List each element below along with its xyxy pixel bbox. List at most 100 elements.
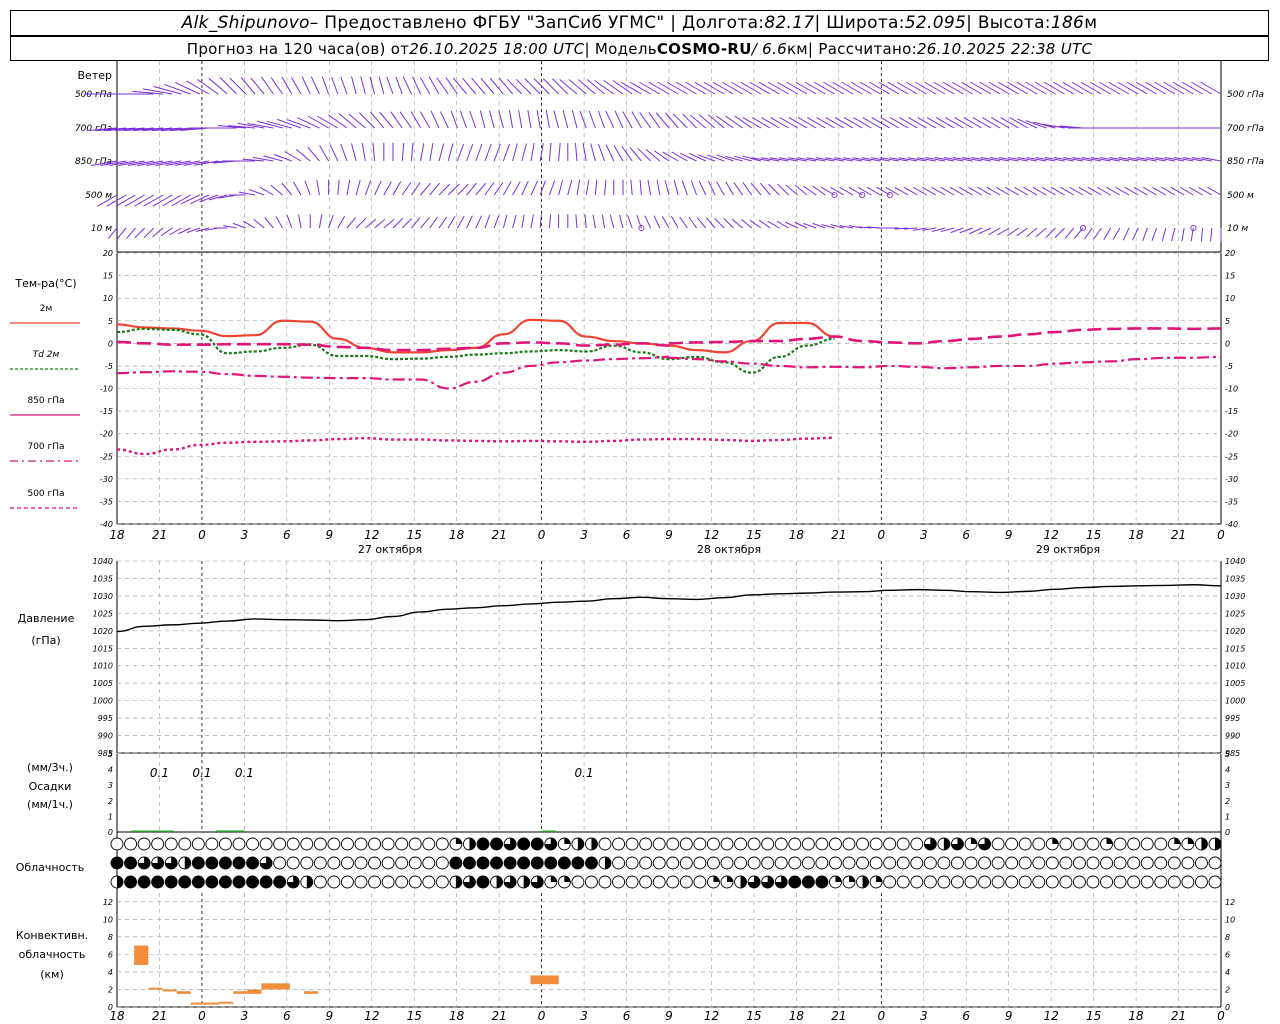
cloud-cover-circle bbox=[964, 856, 978, 870]
conv-xtick: 12 bbox=[1044, 1009, 1059, 1023]
cloud-cover-circle bbox=[869, 856, 883, 870]
wind-barb bbox=[378, 76, 385, 95]
wind-barb bbox=[553, 110, 560, 129]
temp-legend-label: 500 гПа bbox=[27, 489, 64, 499]
wind-barb bbox=[707, 154, 725, 162]
temp-xtick: 15 bbox=[1086, 528, 1101, 542]
cloud-cover-circle bbox=[679, 856, 693, 870]
conv-xtick: 21 bbox=[1171, 1009, 1186, 1023]
wind-barb bbox=[484, 182, 495, 196]
wind-barb bbox=[970, 81, 992, 95]
wind-barb bbox=[115, 194, 136, 207]
temp-legend-label: 850 гПа bbox=[27, 396, 64, 406]
wind-barb bbox=[723, 218, 734, 229]
wind-barb bbox=[579, 110, 587, 129]
cloud-cover-circle bbox=[923, 856, 937, 870]
cloud-cover-circle bbox=[964, 875, 978, 889]
cloud-cover-fill bbox=[605, 857, 611, 869]
cloud-cover-circle bbox=[1005, 875, 1019, 889]
wind-barb bbox=[880, 117, 900, 129]
wind-barb bbox=[671, 151, 688, 162]
prec-ytick-right: 4 bbox=[1225, 766, 1230, 775]
cloud-cover-fill bbox=[558, 857, 571, 869]
wind-barb bbox=[590, 143, 596, 162]
wind-barb bbox=[601, 214, 606, 229]
temp-xtick: 12 bbox=[704, 528, 719, 542]
cloud-cover-fill bbox=[490, 857, 503, 869]
wind-barb bbox=[360, 76, 366, 95]
temp-xtick: 3 bbox=[920, 528, 928, 542]
conv-xtick: 3 bbox=[920, 1009, 928, 1023]
conv-xtick: 6 bbox=[283, 1009, 291, 1023]
cloud-cover-circle bbox=[137, 837, 151, 851]
wind-barb bbox=[365, 218, 377, 229]
wind-barb bbox=[629, 146, 642, 162]
wind-barb bbox=[740, 81, 762, 95]
wind-barb bbox=[521, 180, 529, 196]
prec-panel-label-1: (мм/3ч.) bbox=[27, 761, 73, 774]
pres-ytick-right: 1025 bbox=[1225, 609, 1245, 618]
wind-barb bbox=[447, 183, 460, 196]
wind-barb bbox=[1054, 227, 1065, 238]
wind-barb bbox=[355, 218, 367, 229]
temp-xtick: 12 bbox=[1044, 528, 1059, 542]
pres-ytick-right: 1010 bbox=[1225, 662, 1245, 671]
wind-barb bbox=[1170, 227, 1176, 242]
wind-barb bbox=[307, 115, 329, 129]
cloud-cover-fill bbox=[517, 838, 530, 850]
wind-barb bbox=[1181, 227, 1185, 242]
cloud-cover-circle bbox=[950, 856, 964, 870]
cloud-cover-circle bbox=[910, 875, 924, 889]
temp-ytick-left: 10 bbox=[103, 294, 113, 303]
cloud-cover-fill bbox=[971, 838, 977, 844]
prec-ytick-left: 1 bbox=[108, 812, 113, 821]
pres-panel-unit: (гПа) bbox=[31, 634, 60, 647]
wind-barb bbox=[1112, 227, 1121, 241]
temp-series-700-a bbox=[116, 355, 670, 390]
wind-barb bbox=[653, 215, 661, 229]
pres-ytick-left: 995 bbox=[98, 714, 113, 723]
wind-barb bbox=[1062, 81, 1084, 95]
cloud-cover-circle bbox=[584, 875, 598, 889]
prec-ytick-left: 3 bbox=[108, 781, 113, 790]
cloud-cover-circle bbox=[1154, 875, 1168, 889]
wind-barb bbox=[558, 142, 561, 162]
wind-barb bbox=[1191, 81, 1213, 95]
wind-barb bbox=[942, 81, 964, 95]
conv-xtick: 3 bbox=[241, 1009, 249, 1023]
wind-barb bbox=[797, 117, 817, 129]
temp-ytick-right: -15 bbox=[1225, 407, 1238, 416]
conv-ytick-right: 12 bbox=[1225, 898, 1235, 907]
temp-xtick: 15 bbox=[407, 528, 422, 542]
prec-ytick-left: 5 bbox=[108, 750, 113, 759]
wind-barb bbox=[979, 81, 1001, 95]
cloud-cover-fill bbox=[1106, 838, 1113, 844]
conv-xtick: 9 bbox=[325, 1009, 333, 1023]
cloud-cover-fill bbox=[585, 857, 598, 869]
wind-barb bbox=[286, 215, 293, 229]
wind-barb bbox=[297, 117, 320, 129]
cloud-cover-circle bbox=[978, 875, 992, 889]
conv-panel-label-3: (км) bbox=[40, 968, 64, 981]
cloud-cover-circle bbox=[828, 837, 842, 851]
conv-xtick: 9 bbox=[1005, 1009, 1013, 1023]
wind-barb bbox=[124, 194, 145, 207]
temp-ytick-left: 5 bbox=[108, 317, 113, 326]
wind-barb bbox=[679, 152, 697, 162]
wind-barb bbox=[742, 182, 753, 196]
cloud-cover-fill bbox=[496, 876, 503, 888]
wind-barb bbox=[1103, 227, 1112, 241]
cloud-cover-circle bbox=[273, 837, 287, 851]
wind-barb bbox=[402, 76, 412, 95]
cloud-cover-circle bbox=[856, 837, 870, 851]
wind-barb bbox=[862, 117, 881, 129]
temp-ytick-right: 5 bbox=[1225, 317, 1230, 326]
cloud-cover-circle bbox=[327, 837, 341, 851]
cloud-cover-fill bbox=[564, 876, 571, 882]
pres-ytick-right: 1015 bbox=[1225, 644, 1245, 653]
conv-xtick: 9 bbox=[665, 1009, 673, 1023]
temp-xtick: 0 bbox=[1217, 528, 1225, 542]
cloud-cover-circle bbox=[1018, 856, 1032, 870]
pres-ytick-right: 1030 bbox=[1225, 592, 1245, 601]
cloud-cover-circle bbox=[422, 837, 436, 851]
